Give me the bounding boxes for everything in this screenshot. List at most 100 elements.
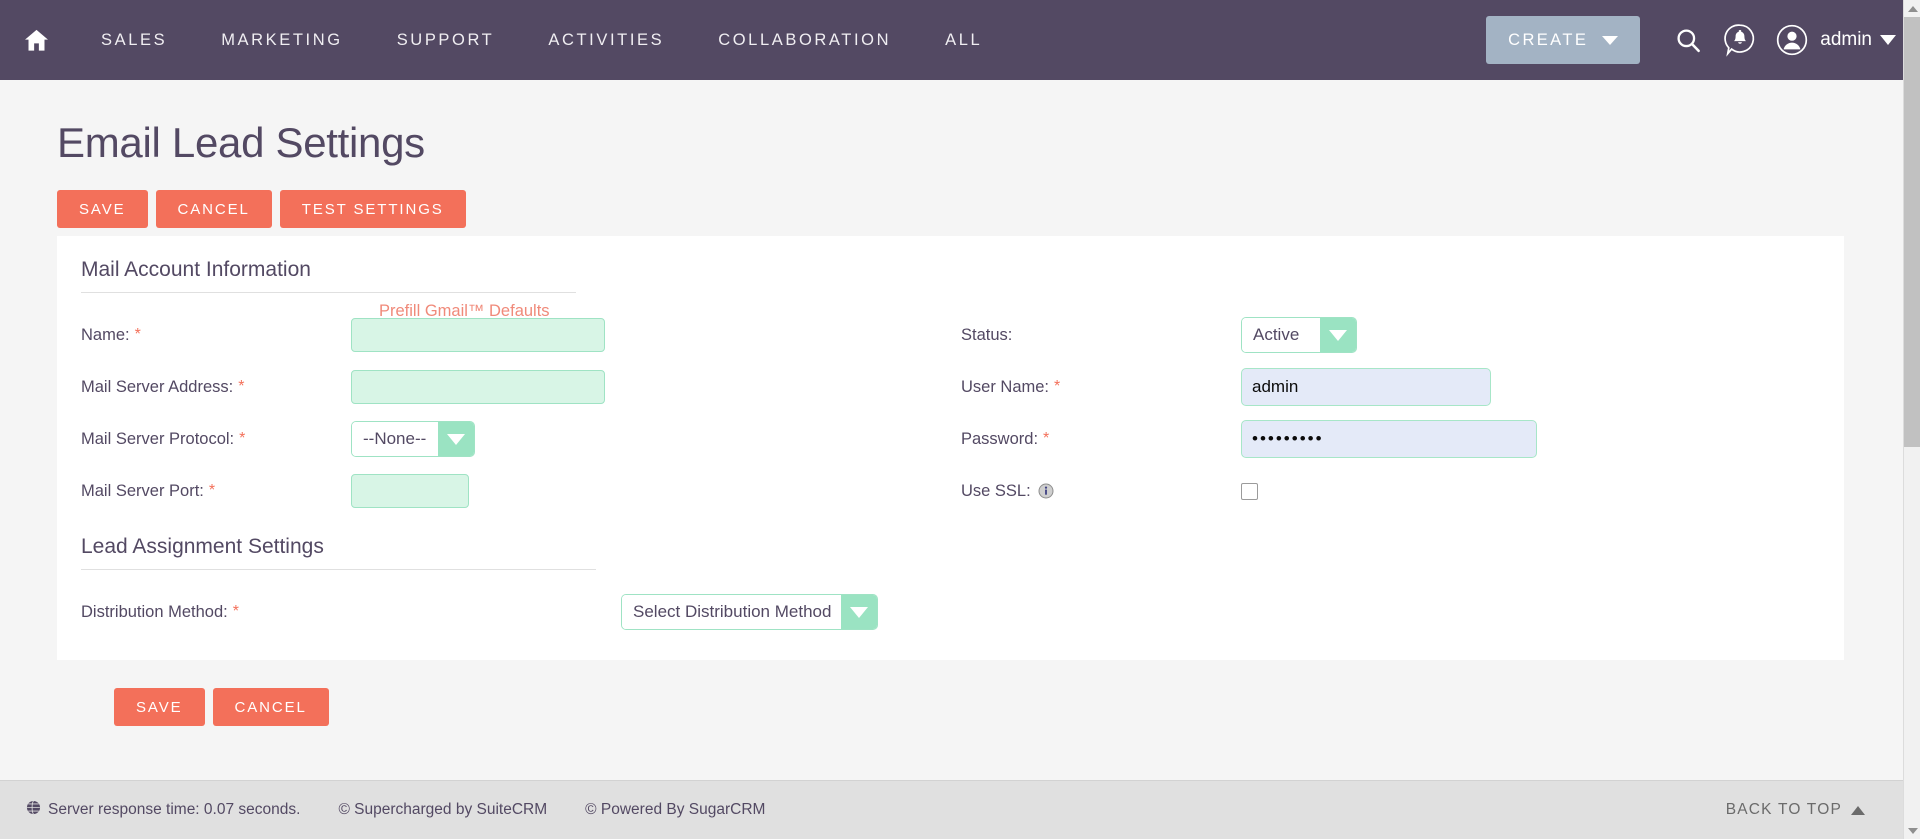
label-password: Password: * (961, 413, 1241, 465)
server-response-time-text: Server response time: 0.07 seconds. (48, 801, 301, 818)
main-content: Email Lead Settings SAVE CANCEL TEST SET… (0, 80, 1920, 780)
page-footer: Server response time: 0.07 seconds. © Su… (0, 780, 1920, 839)
chevron-down-icon (1602, 35, 1619, 45)
lead-assignment-form: Distribution Method: * Select Distributi… (81, 570, 1844, 638)
user-avatar-icon[interactable] (1766, 14, 1818, 66)
mail-server-protocol-select[interactable]: --None-- (351, 421, 475, 457)
notification-bell-icon[interactable] (1714, 14, 1766, 66)
field-mail-server-address (351, 361, 651, 413)
label-status: Status: (961, 309, 1241, 361)
chevron-down-icon (841, 595, 878, 629)
required-marker: * (238, 378, 245, 395)
user-menu-label[interactable]: admin (1820, 29, 1872, 51)
label-mail-server-address-text: Mail Server Address: (81, 377, 234, 396)
page-title: Email Lead Settings (57, 119, 425, 166)
label-distribution-method-text: Distribution Method: (81, 602, 228, 621)
field-password (1241, 413, 1561, 465)
required-marker: * (134, 326, 141, 343)
field-user-name (1241, 361, 1561, 413)
test-settings-button[interactable]: TEST SETTINGS (279, 190, 466, 228)
label-mail-server-address: Mail Server Address: * (81, 361, 351, 413)
label-mail-server-protocol: Mail Server Protocol: * (81, 413, 351, 465)
nav-item-marketing[interactable]: MARKETING (194, 31, 370, 50)
chevron-up-icon (1851, 805, 1865, 815)
distribution-method-select[interactable]: Select Distribution Method (621, 594, 879, 630)
field-mail-server-port (351, 465, 651, 517)
label-name: Name: * (81, 309, 351, 361)
grid-spacer (651, 361, 961, 413)
create-button[interactable]: CREATE (1486, 16, 1641, 64)
top-navigation-bar: SALES MARKETING SUPPORT ACTIVITIES COLLA… (0, 0, 1920, 80)
top-action-buttons: SAVE CANCEL TEST SETTINGS (57, 190, 1920, 228)
mail-server-address-input[interactable] (351, 370, 605, 404)
nav-item-all[interactable]: ALL (918, 31, 1009, 50)
field-distribution-method: Select Distribution Method (621, 586, 1844, 638)
user-name-input[interactable] (1241, 368, 1491, 406)
required-marker: * (1054, 378, 1061, 395)
field-status: Active (1241, 309, 1561, 361)
create-button-label: CREATE (1508, 30, 1589, 49)
scrollbar-down-arrow[interactable] (1904, 822, 1920, 839)
prefill-gmail-defaults-link[interactable]: Prefill Gmail™ Defaults (379, 302, 550, 321)
field-mail-server-protocol: --None-- (351, 413, 651, 465)
sugarcrm-credit-link[interactable]: © Powered By SugarCRM (585, 801, 765, 819)
nav-item-support[interactable]: SUPPORT (370, 31, 522, 50)
section-title-lead-assignment: Lead Assignment Settings (81, 535, 324, 558)
name-input[interactable] (351, 318, 605, 352)
page-scrollbar[interactable] (1903, 0, 1920, 839)
required-marker: * (232, 603, 239, 620)
save-button-bottom[interactable]: SAVE (114, 688, 205, 726)
mail-server-port-input[interactable] (351, 474, 469, 508)
grid-spacer (651, 413, 961, 465)
cancel-button-bottom[interactable]: CANCEL (212, 688, 329, 726)
required-marker: * (239, 430, 246, 447)
footer-left-group: Server response time: 0.07 seconds. © Su… (0, 800, 765, 820)
label-user-name: User Name: * (961, 361, 1241, 413)
field-use-ssl (1241, 465, 1561, 517)
required-marker: * (1043, 430, 1050, 447)
primary-nav-links: SALES MARKETING SUPPORT ACTIVITIES COLLA… (74, 31, 1009, 50)
section-title-mail-account: Mail Account Information (81, 258, 311, 281)
required-marker: * (208, 482, 216, 499)
password-input[interactable] (1241, 420, 1537, 458)
server-response-time: Server response time: 0.07 seconds. (26, 800, 300, 820)
chevron-down-icon[interactable] (1880, 35, 1896, 45)
search-icon[interactable] (1662, 14, 1714, 66)
globe-icon (26, 800, 41, 820)
mail-server-protocol-value: --None-- (352, 422, 438, 456)
distribution-method-value: Select Distribution Method (622, 595, 842, 629)
info-icon[interactable] (1038, 483, 1054, 499)
use-ssl-checkbox[interactable] (1241, 482, 1258, 500)
label-password-text: Password: (961, 429, 1039, 448)
cancel-button-top[interactable]: CANCEL (155, 190, 272, 228)
label-name-text: Name: (81, 325, 130, 344)
nav-item-activities[interactable]: ACTIVITIES (521, 31, 691, 50)
save-button-top[interactable]: SAVE (57, 190, 148, 228)
back-to-top-label: BACK TO TOP (1725, 801, 1842, 818)
grid-spacer (651, 465, 961, 517)
scrollbar-thumb[interactable] (1904, 17, 1920, 447)
label-use-ssl: Use SSL: (961, 465, 1241, 517)
bottom-action-buttons: SAVE CANCEL (57, 688, 1920, 726)
chevron-down-icon (438, 422, 474, 456)
nav-item-sales[interactable]: SALES (74, 31, 194, 50)
mail-account-form: Name: * Status: Active Mail Server Addre… (81, 293, 1844, 517)
scrollbar-up-arrow[interactable] (1904, 0, 1920, 17)
label-use-ssl-text: Use SSL: (961, 481, 1031, 500)
back-to-top-button[interactable]: BACK TO TOP (1726, 801, 1865, 819)
status-select-value: Active (1242, 318, 1320, 352)
label-mail-server-port: Mail Server Port: * (81, 465, 351, 517)
navbar-right-group: CREATE admin (1486, 0, 1902, 80)
nav-item-collaboration[interactable]: COLLABORATION (691, 31, 918, 50)
settings-panel: Mail Account Information Prefill Gmail™ … (57, 236, 1844, 660)
suitecrm-credit-link[interactable]: © Supercharged by SuiteCRM (338, 801, 547, 819)
label-mail-server-protocol-text: Mail Server Protocol: (81, 429, 235, 448)
home-icon[interactable] (10, 14, 62, 66)
chevron-down-icon (1320, 318, 1356, 352)
label-distribution-method: Distribution Method: * (81, 586, 621, 638)
label-user-name-text: User Name: (961, 377, 1050, 396)
label-status-text: Status: (961, 325, 1013, 344)
label-mail-server-port-text: Mail Server Port: (81, 481, 204, 500)
grid-spacer (651, 309, 961, 361)
status-select[interactable]: Active (1241, 317, 1357, 353)
